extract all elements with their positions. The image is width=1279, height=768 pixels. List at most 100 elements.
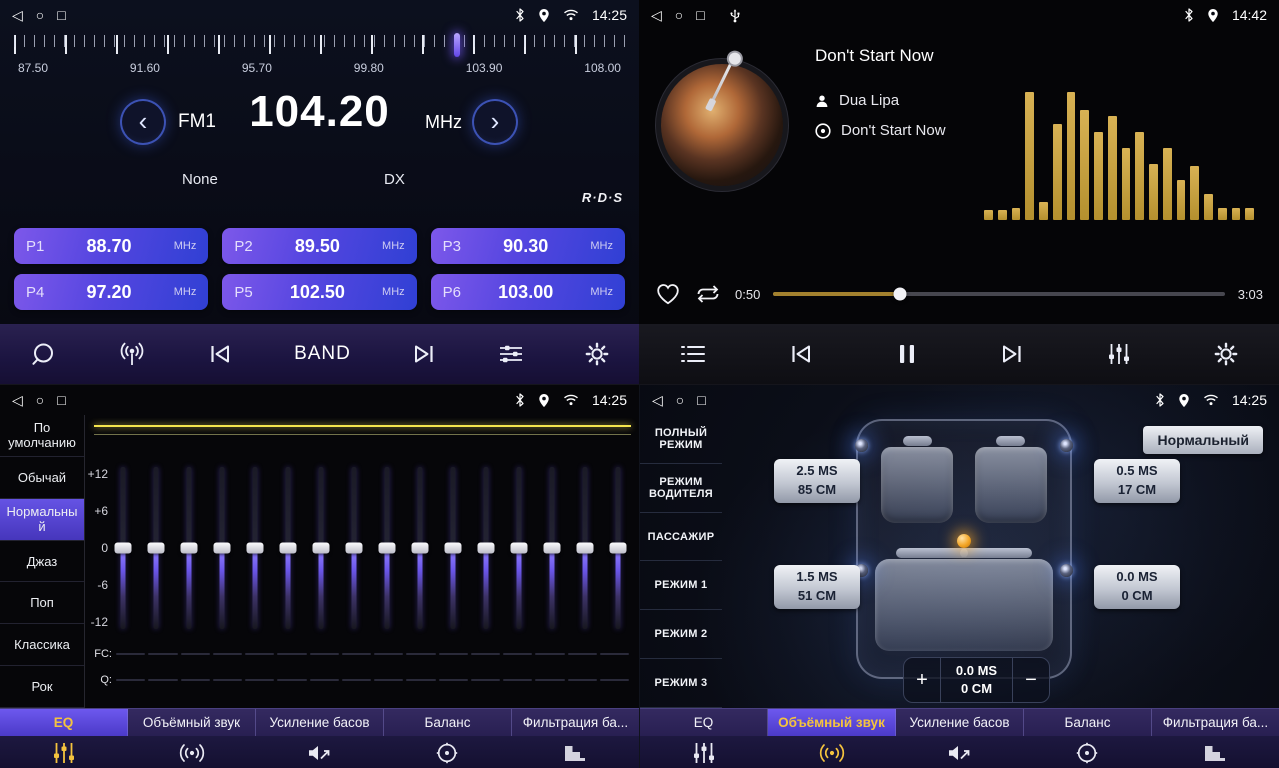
- tab-eq-button[interactable]: [640, 741, 768, 765]
- eq-preset-default[interactable]: По умолчанию: [0, 415, 84, 457]
- tab-balance-button[interactable]: [1023, 741, 1151, 765]
- back-icon[interactable]: ◁: [12, 393, 23, 407]
- front-left-delay-button[interactable]: 2.5 MS 85 CM: [774, 459, 860, 503]
- home-icon[interactable]: ○: [36, 393, 44, 407]
- eq-band-slider[interactable]: [445, 467, 462, 629]
- eq-preset-classic[interactable]: Классика: [0, 624, 84, 666]
- tab-filter-button[interactable]: [1151, 742, 1279, 764]
- slider-knob[interactable]: [577, 543, 594, 554]
- tab-surround-button[interactable]: [768, 742, 896, 764]
- mode-passenger[interactable]: ПАССАЖИР: [640, 513, 722, 562]
- listening-position-dot[interactable]: [957, 534, 971, 548]
- eq-band-slider[interactable]: [147, 467, 164, 629]
- preset-button[interactable]: P1 88.70 MHz: [14, 228, 208, 264]
- tab-bass-button[interactable]: [896, 742, 1024, 764]
- recents-icon[interactable]: □: [696, 8, 704, 22]
- tab-bass-boost[interactable]: Усиление басов: [256, 709, 384, 736]
- recents-icon[interactable]: □: [697, 393, 705, 407]
- eq-band-slider[interactable]: [213, 467, 230, 629]
- home-icon[interactable]: ○: [676, 393, 684, 407]
- preset-button[interactable]: P4 97.20 MHz: [14, 274, 208, 310]
- eq-preset-pop[interactable]: Поп: [0, 582, 84, 624]
- eq-preset-normal[interactable]: Нормальный: [0, 499, 84, 541]
- home-icon[interactable]: ○: [36, 8, 44, 22]
- eq-band-slider[interactable]: [610, 467, 627, 629]
- tab-eq[interactable]: EQ: [0, 709, 128, 736]
- playlist-button[interactable]: [676, 340, 710, 368]
- mode-3[interactable]: РЕЖИМ 3: [640, 659, 722, 708]
- tab-filter[interactable]: Фильтрация ба...: [1152, 709, 1279, 736]
- eq-band-slider[interactable]: [478, 467, 495, 629]
- eq-band-slider[interactable]: [279, 467, 296, 629]
- delay-decrease-button[interactable]: −: [1013, 658, 1049, 702]
- tab-eq-button[interactable]: [0, 741, 128, 765]
- eq-band-slider[interactable]: [511, 467, 528, 629]
- seek-up-button[interactable]: ›: [472, 99, 518, 145]
- rear-right-delay-button[interactable]: 0.0 MS 0 CM: [1094, 565, 1180, 609]
- pause-button[interactable]: [893, 339, 921, 369]
- eq-preset-jazz[interactable]: Джаз: [0, 541, 84, 583]
- tab-balance-button[interactable]: [383, 741, 511, 765]
- slider-knob[interactable]: [544, 543, 561, 554]
- slider-knob[interactable]: [147, 543, 164, 554]
- rear-left-delay-button[interactable]: 1.5 MS 51 CM: [774, 565, 860, 609]
- progress-bar[interactable]: [773, 292, 1224, 296]
- profile-button[interactable]: Нормальный: [1143, 426, 1263, 454]
- slider-knob[interactable]: [511, 543, 528, 554]
- eq-band-slider[interactable]: [246, 467, 263, 629]
- slider-knob[interactable]: [114, 543, 131, 554]
- settings-button[interactable]: [581, 338, 613, 370]
- slider-knob[interactable]: [213, 543, 230, 554]
- favorite-button[interactable]: [655, 282, 681, 306]
- settings-button[interactable]: [1210, 338, 1242, 370]
- back-icon[interactable]: ◁: [652, 393, 663, 407]
- eq-preset-custom[interactable]: Обычай: [0, 457, 84, 499]
- slider-knob[interactable]: [279, 543, 296, 554]
- preset-button[interactable]: P2 89.50 MHz: [222, 228, 416, 264]
- delay-increase-button[interactable]: +: [904, 658, 940, 702]
- slider-knob[interactable]: [180, 543, 197, 554]
- slider-knob[interactable]: [412, 543, 429, 554]
- broadcast-button[interactable]: [113, 337, 151, 371]
- tab-bass-button[interactable]: [256, 742, 384, 764]
- tab-surround[interactable]: Объёмный звук: [128, 709, 256, 736]
- tab-bass-boost[interactable]: Усиление басов: [896, 709, 1024, 736]
- band-button[interactable]: BAND: [290, 339, 355, 369]
- next-station-button[interactable]: [407, 338, 441, 370]
- preset-button[interactable]: P6 103.00 MHz: [431, 274, 625, 310]
- eq-mixer-button[interactable]: [1103, 339, 1135, 369]
- preset-button[interactable]: P3 90.30 MHz: [431, 228, 625, 264]
- frequency-indicator[interactable]: [454, 33, 460, 57]
- prev-station-button[interactable]: [203, 338, 237, 370]
- next-track-button[interactable]: [995, 338, 1029, 370]
- slider-knob[interactable]: [246, 543, 263, 554]
- mode-2[interactable]: РЕЖИМ 2: [640, 610, 722, 659]
- slider-knob[interactable]: [610, 543, 627, 554]
- eq-preset-rock[interactable]: Рок: [0, 666, 84, 708]
- eq-band-slider[interactable]: [544, 467, 561, 629]
- eq-band-slider[interactable]: [180, 467, 197, 629]
- slider-knob[interactable]: [445, 543, 462, 554]
- progress-thumb[interactable]: [893, 288, 906, 301]
- home-icon[interactable]: ○: [675, 8, 683, 22]
- repeat-button[interactable]: [694, 283, 722, 305]
- eq-band-slider[interactable]: [312, 467, 329, 629]
- mode-driver[interactable]: РЕЖИМ ВОДИТЕЛЯ: [640, 464, 722, 513]
- mode-1[interactable]: РЕЖИМ 1: [640, 561, 722, 610]
- recents-icon[interactable]: □: [57, 393, 65, 407]
- slider-knob[interactable]: [478, 543, 495, 554]
- back-icon[interactable]: ◁: [651, 8, 662, 22]
- tab-filter-button[interactable]: [511, 742, 639, 764]
- preset-button[interactable]: P5 102.50 MHz: [222, 274, 416, 310]
- tune-sliders-button[interactable]: [494, 339, 528, 369]
- slider-knob[interactable]: [345, 543, 362, 554]
- eq-band-slider[interactable]: [114, 467, 131, 629]
- tab-balance[interactable]: Баланс: [384, 709, 512, 736]
- eq-band-slider[interactable]: [577, 467, 594, 629]
- tab-filter[interactable]: Фильтрация ба...: [512, 709, 639, 736]
- slider-knob[interactable]: [379, 543, 396, 554]
- front-right-delay-button[interactable]: 0.5 MS 17 CM: [1094, 459, 1180, 503]
- tab-surround-button[interactable]: [128, 742, 256, 764]
- mode-full[interactable]: ПОЛНЫЙ РЕЖИМ: [640, 415, 722, 464]
- eq-band-slider[interactable]: [379, 467, 396, 629]
